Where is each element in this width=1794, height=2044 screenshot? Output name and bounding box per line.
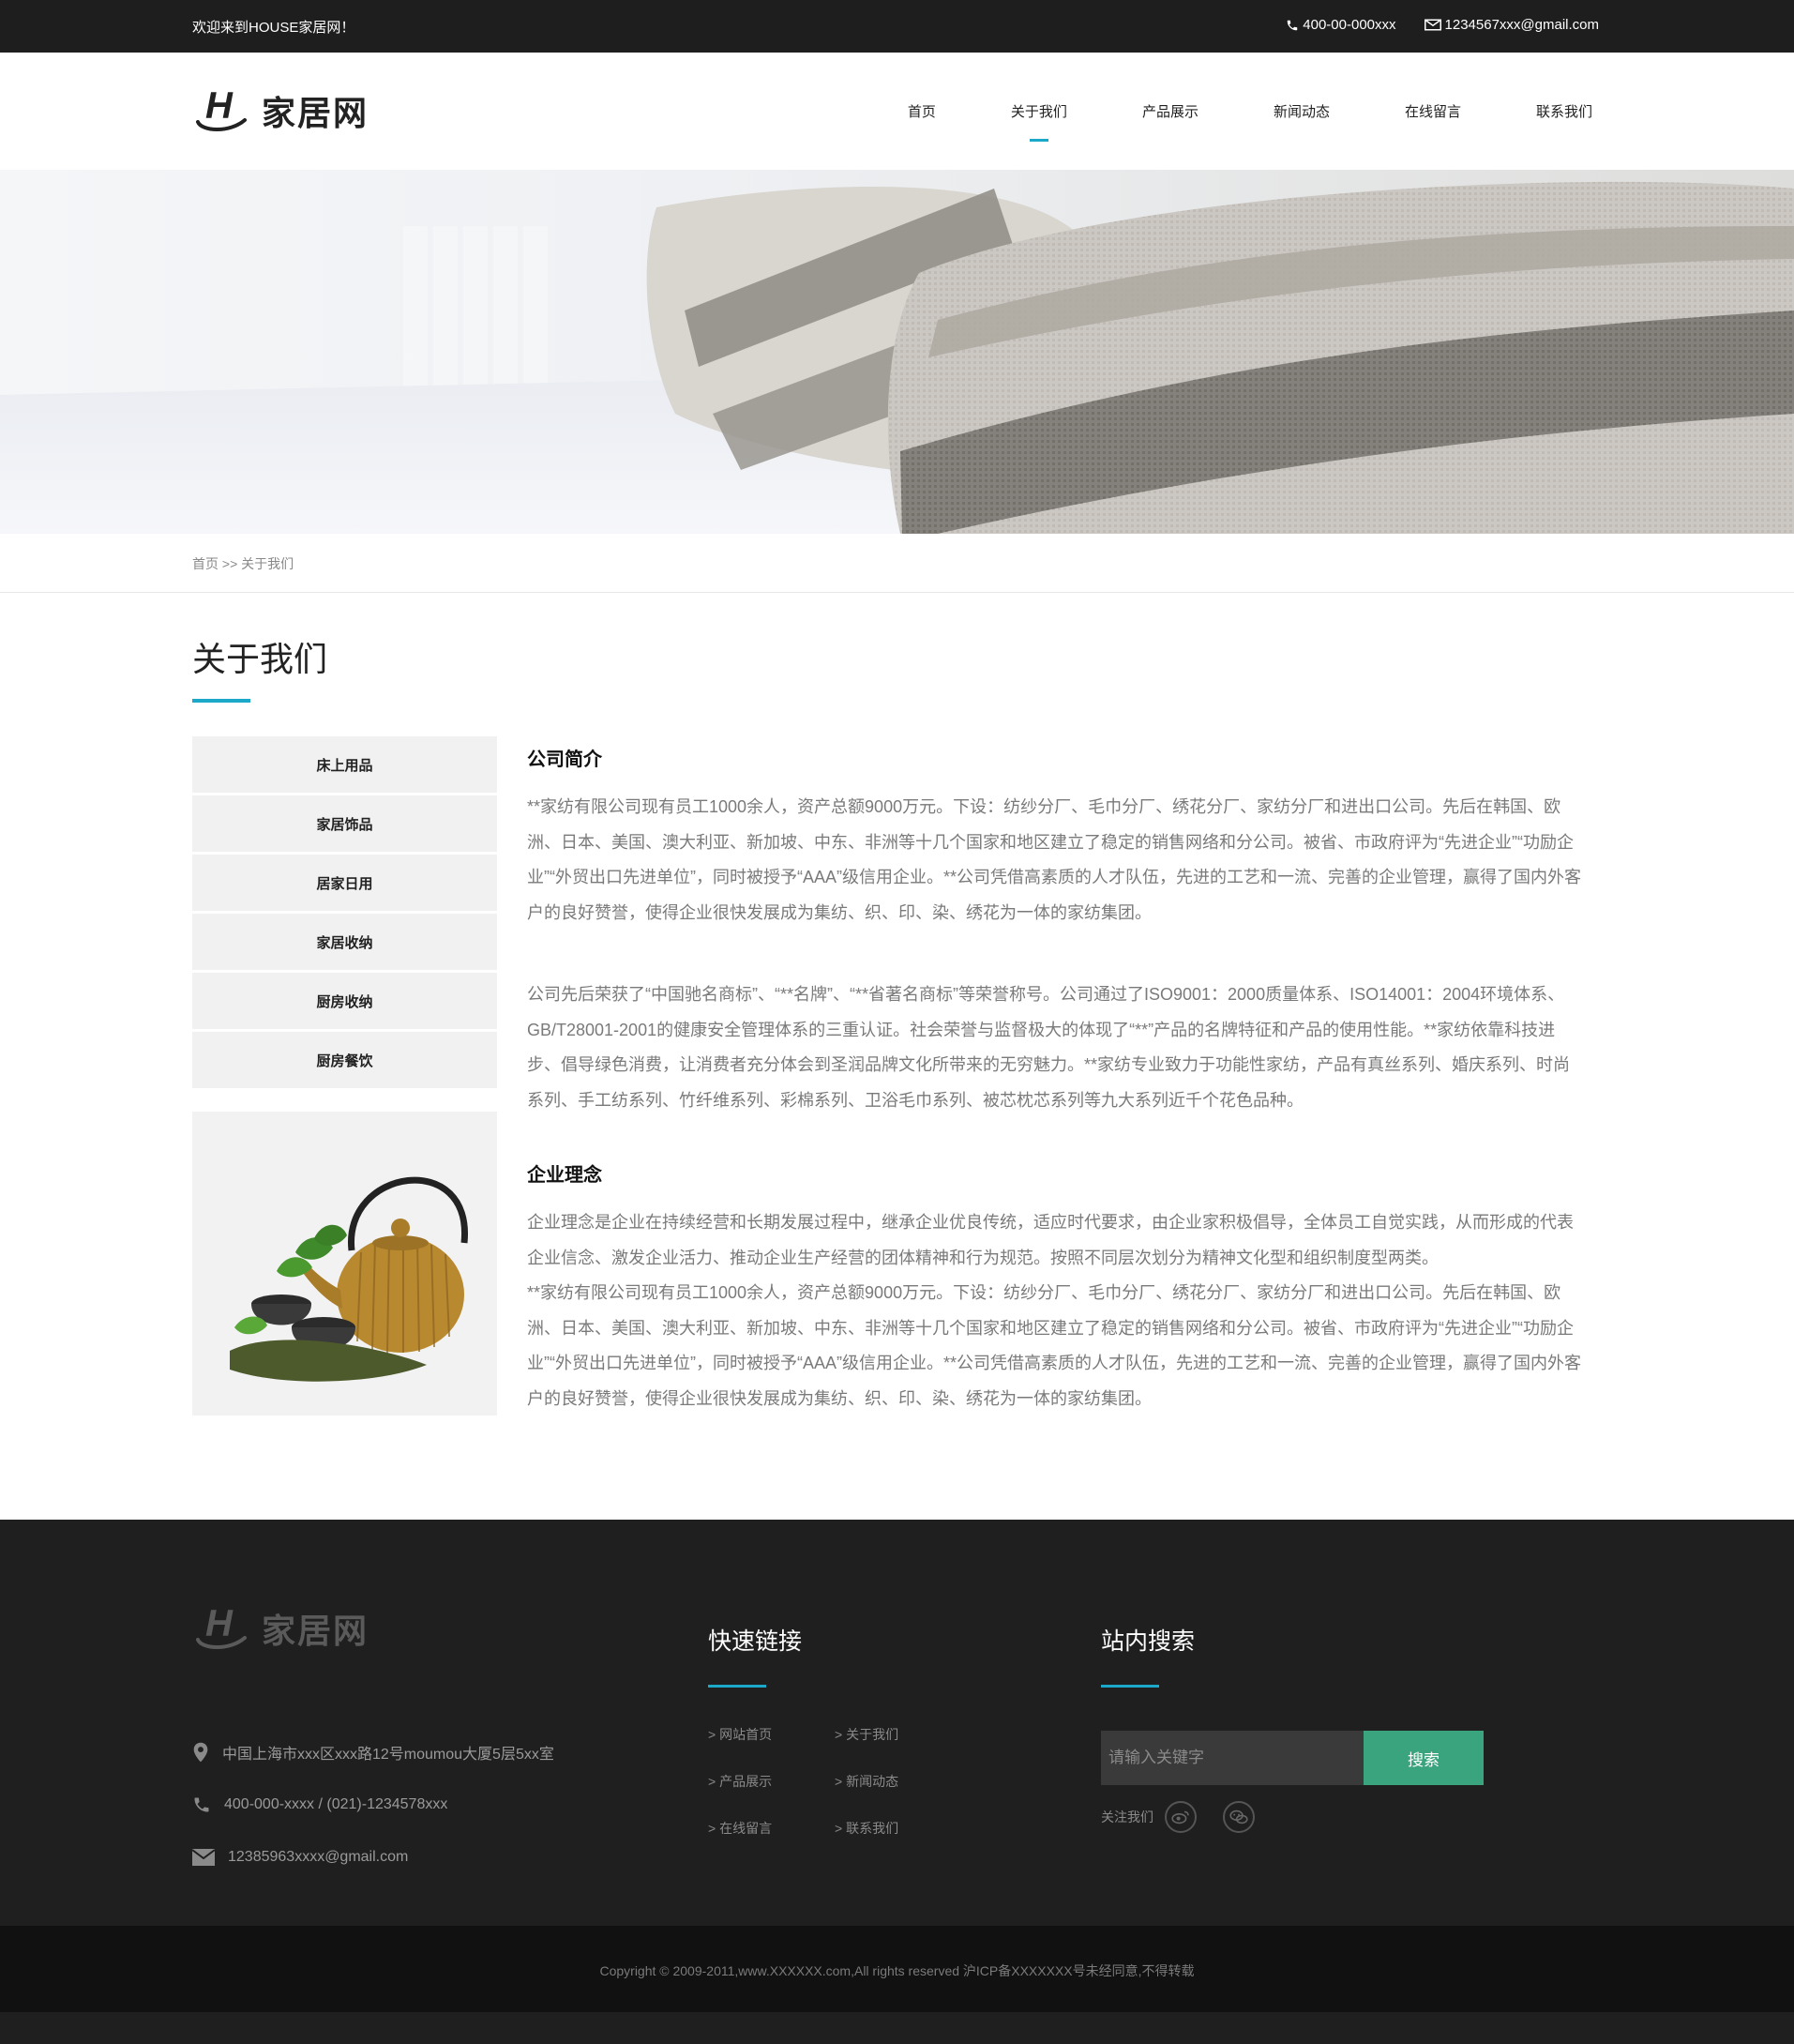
teapot-illustration (230, 1176, 468, 1382)
logo-text: 家居网 (262, 94, 369, 132)
footer-logo[interactable]: H 家居网 (192, 1604, 369, 1653)
footer-email-text: 12385963xxxx@gmail.com (228, 1849, 409, 1865)
footer-link-news[interactable]: > 新闻动态 (835, 1772, 961, 1791)
mail-icon (192, 1849, 215, 1866)
footer-link-home[interactable]: > 网站首页 (708, 1725, 835, 1744)
page: 欢迎来到HOUSE家居网！ 400-00-000xxx 1234567xxx@g… (0, 0, 1794, 2044)
nav-products[interactable]: 产品展示 (1142, 101, 1199, 121)
footer-address-text: 中国上海市xxx区xxx路12号moumou大厦5层5xx室 (222, 1747, 554, 1763)
intro-paragraph-2: 公司先后荣获了“中国驰名商标”、“**名牌”、“**省著名商标”等荣誉称号。公司… (527, 985, 1571, 1110)
footer-phone-text: 400-000-xxxx / (021)-1234578xxx (224, 1796, 448, 1812)
intro-paragraph-1: **家纺有限公司现有员工1000余人，资产总额9000万元。下设：纺纱分厂、毛巾… (527, 797, 1581, 922)
follow-label: 关注我们 (1101, 1809, 1153, 1824)
logo-h-icon: H (196, 86, 247, 131)
sidebar-item-kitchen-storage[interactable]: 厨房收纳 (192, 973, 497, 1029)
footer-email: 12385963xxxx@gmail.com (192, 1831, 554, 1884)
follow-us: 关注我们 (1101, 1801, 1270, 1833)
top-email: 1234567xxx@gmail.com (1424, 17, 1599, 33)
quick-links-underline (708, 1685, 766, 1688)
about-section-intro: 公司简介 **家纺有限公司现有员工1000余人，资产总额9000万元。下设：纺纱… (527, 744, 1582, 1118)
footer-link-products[interactable]: > 产品展示 (708, 1772, 835, 1791)
footer-address: 中国上海市xxx区xxx路12号moumou大厦5层5xx室 (192, 1726, 554, 1779)
quick-links-title: 快速链接 (708, 1628, 803, 1655)
sidebar-item-kitchen-dining[interactable]: 厨房餐饮 (192, 1032, 497, 1088)
search-input[interactable] (1101, 1731, 1364, 1785)
weibo-icon[interactable] (1165, 1801, 1197, 1833)
section-title-philosophy: 企业理念 (527, 1165, 602, 1186)
sidebar-item-daily[interactable]: 居家日用 (192, 855, 497, 911)
nav-news[interactable]: 新闻动态 (1274, 101, 1330, 121)
top-phone: 400-00-000xxx (1286, 17, 1396, 33)
welcome-text: 欢迎来到HOUSE家居网！ (192, 20, 355, 36)
footer-contact-info: 中国上海市xxx区xxx路12号moumou大厦5层5xx室 400-000-x… (192, 1726, 554, 1884)
site-search-underline (1101, 1685, 1159, 1688)
category-sidebar: 床上用品 家居饰品 居家日用 家居收纳 厨房收纳 厨房餐饮 (192, 736, 497, 1091)
sidebar-item-storage[interactable]: 家居收纳 (192, 914, 497, 970)
sidebar-item-bedding[interactable]: 床上用品 (192, 736, 497, 793)
header: H 家居网 首页 关于我们 产品展示 新闻动态 在线留言 联系我们 (0, 53, 1794, 170)
svg-text:H: H (205, 1604, 234, 1644)
site-search-title: 站内搜索 (1101, 1628, 1196, 1655)
nav-message[interactable]: 在线留言 (1405, 101, 1461, 121)
breadcrumb-text[interactable]: 首页 >> 关于我们 (192, 554, 294, 573)
site-logo[interactable]: H 家居网 (192, 86, 369, 135)
mail-icon (1424, 19, 1441, 31)
teapot-image (192, 1112, 497, 1416)
footer-link-message[interactable]: > 在线留言 (708, 1819, 835, 1838)
main-nav: 首页 关于我们 产品展示 新闻动态 在线留言 联系我们 (833, 53, 1592, 170)
site-search: 搜索 (1101, 1731, 1484, 1785)
search-button[interactable]: 搜索 (1364, 1731, 1484, 1785)
svg-text:H: H (205, 86, 234, 127)
top-email-text: 1234567xxx@gmail.com (1444, 17, 1599, 33)
section-title-intro: 公司简介 (527, 749, 602, 770)
footer-logo-h-icon: H (196, 1604, 247, 1649)
copyright-text: Copyright © 2009-2011,www.XXXXXX.com,All… (599, 1963, 1195, 1978)
page-title: 关于我们 (192, 640, 328, 678)
quick-links: > 网站首页 > 关于我们 > 产品展示 > 新闻动态 > 在线留言 > 联系我… (708, 1725, 961, 1838)
nav-home[interactable]: 首页 (908, 101, 936, 121)
breadcrumb: 首页 >> 关于我们 (0, 534, 1794, 593)
footer-link-about[interactable]: > 关于我们 (835, 1725, 961, 1744)
phone-icon (1288, 20, 1298, 30)
copyright-bar: Copyright © 2009-2011,www.XXXXXX.com,All… (0, 1926, 1794, 2012)
nav-about[interactable]: 关于我们 (1011, 101, 1067, 121)
top-phone-text: 400-00-000xxx (1303, 17, 1396, 33)
philosophy-paragraph-1: 企业理念是企业在持续经营和长期发展过程中，继承企业优良传统，适应时代要求，由企业… (527, 1213, 1574, 1267)
footer-logo-text: 家居网 (262, 1612, 369, 1650)
banner-image (0, 170, 1794, 534)
top-bar: 欢迎来到HOUSE家居网！ 400-00-000xxx 1234567xxx@g… (0, 0, 1794, 53)
pillow-banner-illustration (0, 170, 1794, 534)
top-contact: 400-00-000xxx 1234567xxx@gmail.com (1286, 17, 1599, 33)
footer: H 家居网 中国上海市xxx区xxx路12号moumou大厦5层5xx室 400… (0, 1520, 1794, 1926)
nav-contact[interactable]: 联系我们 (1536, 101, 1592, 121)
philosophy-paragraph-2: **家纺有限公司现有员工1000余人，资产总额9000万元。下设：纺纱分厂、毛巾… (527, 1283, 1581, 1408)
sidebar-item-decor[interactable]: 家居饰品 (192, 795, 497, 852)
title-underline (192, 699, 250, 703)
footer-link-contact[interactable]: > 联系我们 (835, 1819, 961, 1838)
footer-phone: 400-000-xxxx / (021)-1234578xxx (192, 1779, 554, 1831)
location-icon (193, 1742, 208, 1763)
phone-icon (194, 1797, 209, 1812)
about-section-philosophy: 企业理念 企业理念是企业在持续经营和长期发展过程中，继承企业优良传统，适应时代要… (527, 1159, 1582, 1416)
wechat-icon[interactable] (1223, 1801, 1255, 1833)
bottom-strip (0, 2012, 1794, 2044)
